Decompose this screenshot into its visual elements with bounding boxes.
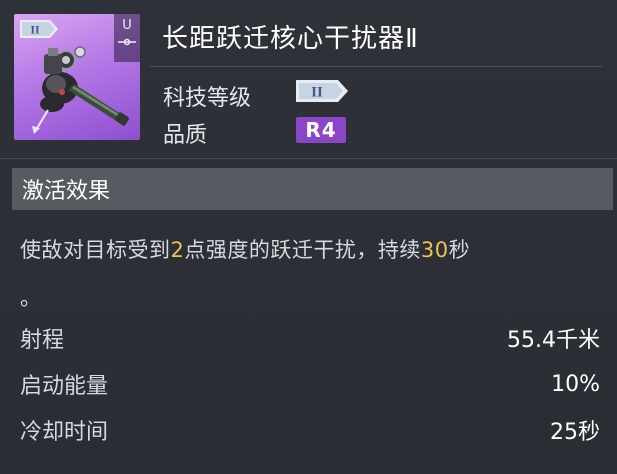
weapon-cannon-icon [32,46,129,134]
header-divider [150,66,602,67]
strength-value: 2 [170,238,185,262]
desc-middle: 点强度的跃迁干扰，持续 [184,238,421,262]
desc-end: 。 [20,286,42,310]
item-tooltip-panel: II U 长距跃迁核心干扰器Ⅱ 科技等级 II 品质 R4 激活效果 使敌对目标… [0,0,617,474]
activation-effect-header: 激活效果 [12,168,613,210]
stat-value: 55.4千米 [507,328,600,353]
stat-row-startup-energy: 启动能量 10% [20,368,600,400]
stat-value: 10% [551,371,600,397]
section-divider [0,158,617,159]
stat-value: 25秒 [550,420,600,445]
desc-suffix: 秒 [448,238,471,262]
stat-label: 启动能量 [20,374,109,399]
stat-row-range: 射程 55.4千米 [20,322,600,354]
quality-badge: R4 [296,117,346,143]
tech-level-badge: II [296,80,348,102]
tech-level-label: 科技等级 [163,86,252,111]
effect-description: 使敌对目标受到2点强度的跃迁干扰，持续30秒。 [20,226,605,322]
item-name: 长距跃迁核心干扰器Ⅱ [162,24,419,54]
stat-label: 冷却时间 [20,420,109,445]
quality-label: 品质 [163,123,208,148]
stat-row-cooldown: 冷却时间 25秒 [20,414,600,446]
stat-label: 射程 [20,328,65,353]
tech-level-value: II [311,85,323,101]
section-title: 激活效果 [22,179,111,204]
desc-prefix: 使敌对目标受到 [20,238,171,262]
item-thumbnail[interactable]: II U [14,14,140,140]
duration-value: 30 [420,238,449,262]
